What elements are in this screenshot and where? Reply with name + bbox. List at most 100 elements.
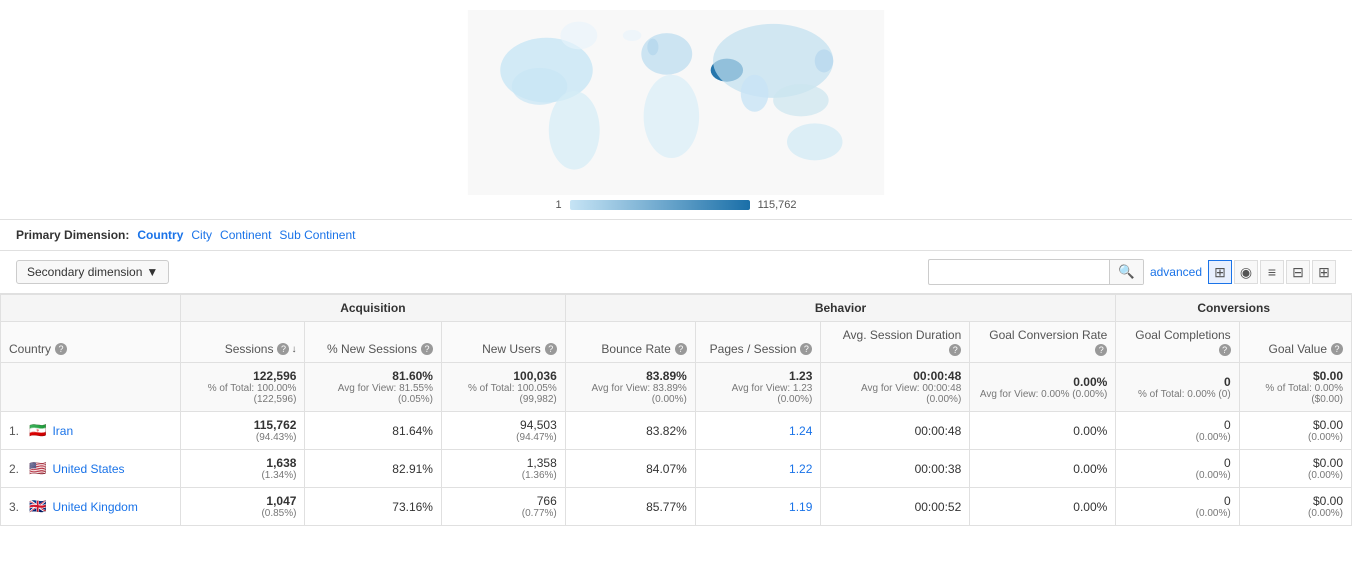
new-users-help-icon[interactable]: ? [545,343,557,355]
search-box: 🔍 [928,259,1144,285]
totals-goal-completions-sub: % of Total: 0.00% (0) [1124,389,1230,400]
group-acquisition: Acquisition [181,295,566,322]
pct-new-sessions-help-icon[interactable]: ? [421,343,433,355]
totals-country [1,363,181,412]
secondary-dim-dropdown[interactable]: Secondary dimension ▼ [16,260,169,284]
avg-session-duration-help-icon[interactable]: ? [949,344,961,356]
col-country[interactable]: Country ? [1,322,181,363]
goal-completions-help-icon[interactable]: ? [1219,344,1231,356]
col-goal-completions[interactable]: Goal Completions ? [1116,322,1239,363]
totals-bounce-rate-sub: Avg for View: 83.89% (0.00%) [574,383,687,405]
row-goal-conv-rate-1: 0.00% [970,450,1116,488]
view-icons: ⊞ ◉ ≡ ⊟ ⊞ [1208,260,1336,284]
col-sessions[interactable]: Sessions ? ↓ [181,322,305,363]
search-button[interactable]: 🔍 [1109,260,1143,284]
view-icon-performance[interactable]: ≡ [1260,260,1284,284]
toolbar: Secondary dimension ▼ 🔍 advanced ⊞ ◉ ≡ ⊟… [0,251,1352,294]
col-pct-new-sessions[interactable]: % New Sessions ? [305,322,442,363]
col-new-users[interactable]: New Users ? [441,322,565,363]
dim-continent[interactable]: Continent [220,228,271,242]
totals-goal-conv-rate: 0.00% Avg for View: 0.00% (0.00%) [970,363,1116,412]
row-country-0: 1. 🇮🇷 Iran [1,412,181,450]
col-country-label: Country [9,342,51,356]
totals-goal-conv-rate-sub: Avg for View: 0.00% (0.00%) [978,389,1107,400]
col-header-row: Country ? Sessions ? ↓ % New Sessions ? [1,322,1352,363]
row-sessions-1: 1,638 (1.34%) [181,450,305,488]
dim-sub-continent[interactable]: Sub Continent [279,228,355,242]
row-pct-new-sessions-2: 73.16% [305,488,442,526]
totals-pct-new-sessions: 81.60% Avg for View: 81.55% (0.05%) [305,363,442,412]
legend-min: 1 [555,199,561,211]
col-sessions-label: Sessions [225,342,274,356]
col-goal-conv-rate[interactable]: Goal Conversion Rate ? [970,322,1116,363]
group-conversions: Conversions [1116,295,1352,322]
chevron-down-icon: ▼ [146,265,158,279]
row-goal-completions-2: 0 (0.00%) [1116,488,1239,526]
row-avg-session-duration-1: 00:00:38 [821,450,970,488]
row-new-users-1: 1,358 (1.36%) [441,450,565,488]
col-goal-value-label: Goal Value [1269,342,1327,356]
group-empty [1,295,181,322]
row-bounce-rate-0: 83.82% [565,412,695,450]
row-avg-session-duration-0: 00:00:48 [821,412,970,450]
goal-value-help-icon[interactable]: ? [1331,343,1343,355]
data-table: Acquisition Behavior Conversions Country… [0,294,1352,526]
sessions-help-icon[interactable]: ? [277,343,289,355]
col-bounce-rate-label: Bounce Rate [601,342,670,356]
advanced-link[interactable]: advanced [1150,265,1202,279]
col-avg-session-duration[interactable]: Avg. Session Duration ? [821,322,970,363]
row-goal-completions-1: 0 (0.00%) [1116,450,1239,488]
dim-city[interactable]: City [191,228,212,242]
totals-pct-new-sessions-sub: Avg for View: 81.55% (0.05%) [313,383,433,405]
col-new-users-label: New Users [482,342,541,356]
row-pages-per-session-0: 1.24 [695,412,821,450]
search-input[interactable] [929,261,1109,283]
row-pages-per-session-1: 1.22 [695,450,821,488]
world-map: 1 115,762 [0,0,1352,220]
row-new-users-2: 766 (0.77%) [441,488,565,526]
totals-pages-per-session: 1.23 Avg for View: 1.23 (0.00%) [695,363,821,412]
view-icon-data[interactable]: ⊞ [1208,260,1232,284]
col-goal-value[interactable]: Goal Value ? [1239,322,1351,363]
table-row: 3. 🇬🇧 United Kingdom 1,047 (0.85%) 73.16… [1,488,1352,526]
col-pages-per-session[interactable]: Pages / Session ? [695,322,821,363]
flag-icon-2: 🇬🇧 [29,498,46,515]
row-goal-value-0: $0.00 (0.00%) [1239,412,1351,450]
country-link-0[interactable]: Iran [52,424,73,438]
totals-goal-completions: 0 % of Total: 0.00% (0) [1116,363,1239,412]
legend-max: 115,762 [758,199,797,211]
country-link-1[interactable]: United States [52,462,124,476]
table-row: 1. 🇮🇷 Iran 115,762 (94.43%) 81.64% 94,50… [1,412,1352,450]
col-avg-session-duration-label: Avg. Session Duration [843,328,962,342]
map-legend: 1 115,762 [0,195,1352,215]
col-pct-new-sessions-label: % New Sessions [327,342,417,356]
row-goal-conv-rate-0: 0.00% [970,412,1116,450]
totals-row: 122,596 % of Total: 100.00% (122,596) 81… [1,363,1352,412]
totals-avg-session-duration: 00:00:48 Avg for View: 00:00:48 (0.00%) [821,363,970,412]
row-pct-new-sessions-1: 82.91% [305,450,442,488]
col-bounce-rate[interactable]: Bounce Rate ? [565,322,695,363]
row-pct-new-sessions-0: 81.64% [305,412,442,450]
totals-goal-value: $0.00 % of Total: 0.00% ($0.00) [1239,363,1351,412]
group-header-row: Acquisition Behavior Conversions [1,295,1352,322]
country-link-2[interactable]: United Kingdom [52,500,137,514]
view-icon-pivot[interactable]: ⊞ [1312,260,1336,284]
view-icon-comparison[interactable]: ⊟ [1286,260,1310,284]
pages-per-session-help-icon[interactable]: ? [800,343,812,355]
col-pages-per-session-label: Pages / Session [710,342,797,356]
totals-goal-value-sub: % of Total: 0.00% ($0.00) [1248,383,1343,405]
row-avg-session-duration-2: 00:00:52 [821,488,970,526]
table-row: 2. 🇺🇸 United States 1,638 (1.34%) 82.91%… [1,450,1352,488]
legend-bar [570,200,750,210]
view-icon-pie[interactable]: ◉ [1234,260,1258,284]
row-rank-0: 1. [9,424,19,438]
goal-conv-rate-help-icon[interactable]: ? [1095,344,1107,356]
country-help-icon[interactable]: ? [55,343,67,355]
dim-country[interactable]: Country [137,228,183,242]
bounce-rate-help-icon[interactable]: ? [675,343,687,355]
row-goal-conv-rate-2: 0.00% [970,488,1116,526]
row-goal-value-2: $0.00 (0.00%) [1239,488,1351,526]
row-sessions-0: 115,762 (94.43%) [181,412,305,450]
col-goal-conv-rate-label: Goal Conversion Rate [989,328,1107,342]
row-rank-2: 3. [9,500,19,514]
